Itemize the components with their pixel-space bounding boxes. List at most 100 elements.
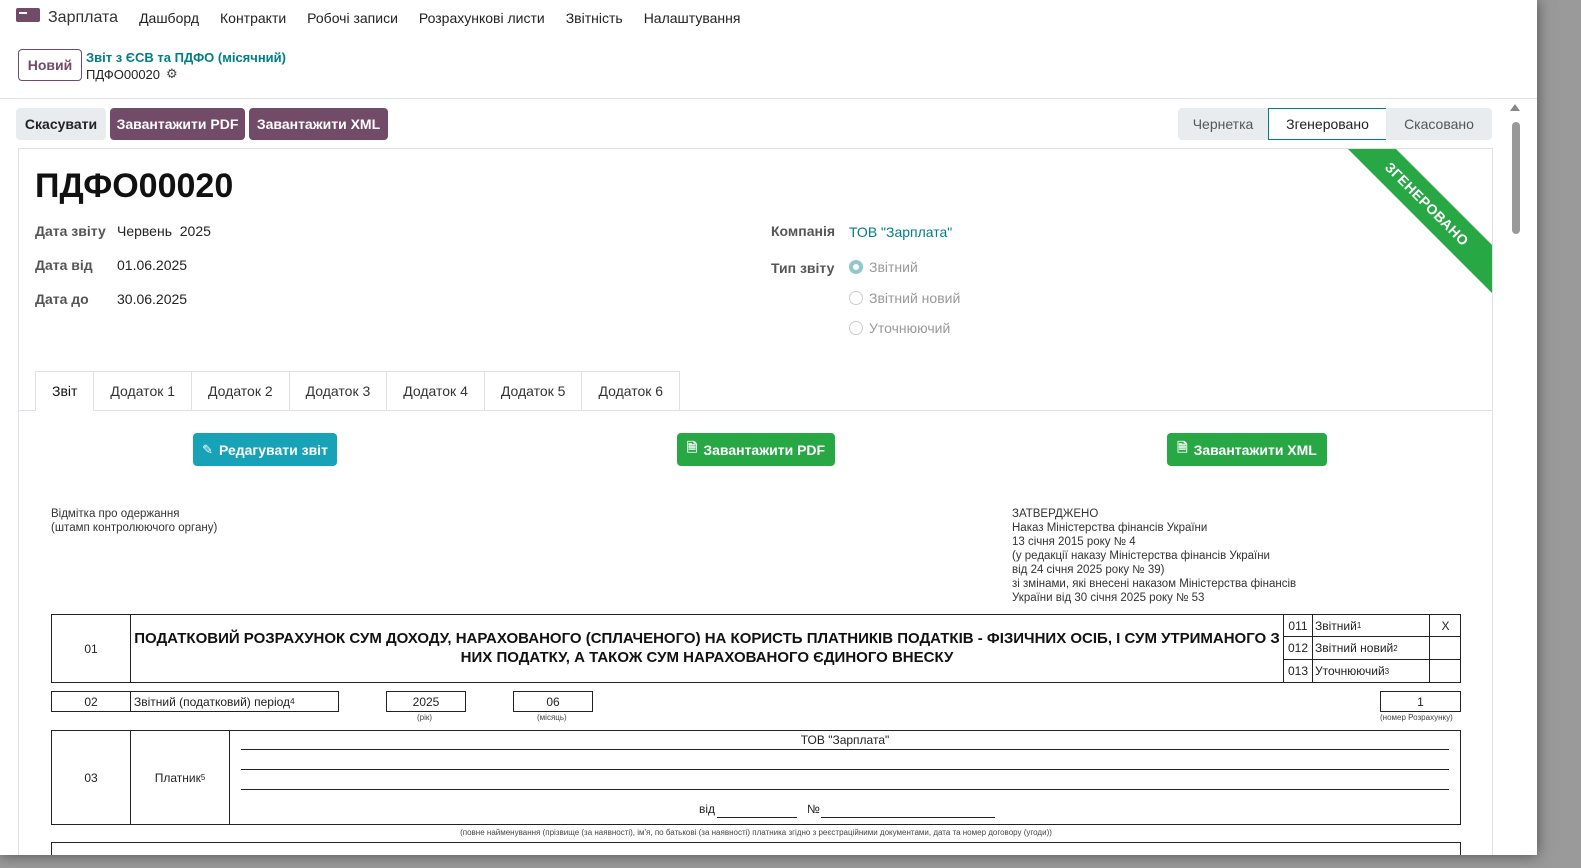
file-icon: 🗎 [1177,439,1188,455]
approved-line: України від 30 січня 2025 року № 53 [1012,592,1205,604]
document-title: ПОДАТКОВИЙ РОЗРАХУНОК СУМ ДОХОДУ, НАРАХО… [134,630,1280,666]
tab-download-pdf-label: Завантажити PDF [703,441,826,458]
breadcrumb-current-label: ПДФО00020 [86,66,161,82]
new-button[interactable]: Новий [18,49,82,81]
kind-sup: 3 [1384,666,1390,676]
date-from-label: Дата від [35,257,93,273]
nav-item-contracts[interactable]: Контракти [220,10,286,26]
year-box: 2025 [386,691,466,712]
date-to-value[interactable]: 30.06.2025 [117,291,187,307]
cancel-button[interactable]: Скасувати [16,108,106,140]
kind-label-text: Звітний новий [1315,641,1394,655]
kind-label-text: Уточнюючий [1315,664,1385,678]
divider [821,817,995,818]
download-pdf-button[interactable]: Завантажити PDF [110,108,245,140]
status-draft[interactable]: Чернетка [1178,108,1268,140]
download-xml-button[interactable]: Завантажити XML [249,108,388,140]
tab-appendix-2[interactable]: Додаток 2 [192,371,290,410]
kind-label: Звітний новий 2 [1315,637,1429,659]
code-02: 02 [84,694,98,709]
report-date-value[interactable]: Червень 2025 [117,223,211,239]
payer-name: ТОВ "Зарплата" [800,733,890,747]
status-generated[interactable]: Згенеровано [1268,108,1386,140]
approved-note: ЗАТВЕРДЖЕНО Наказ Міністерства фінансів … [1012,507,1296,605]
divider [229,730,230,825]
radio-dot[interactable] [849,291,863,305]
kind-label-text: Звітний [1315,618,1357,633]
nav-item-work-entries[interactable]: Робочі записи [307,10,398,26]
app-title[interactable]: Зарплата [48,9,118,27]
kind-mark [1430,660,1461,682]
year-caption: (рік) [417,713,433,722]
calc-number-caption: (номер Розрахунку) [1380,713,1453,722]
period-label-text: Звітний (податковий) період [134,694,291,709]
kind-mark [1430,637,1461,659]
tab-report[interactable]: Звіт [35,371,95,411]
divider [130,614,131,683]
payer-sup: 5 [200,773,206,782]
approved-line: від 24 січня 2025 року № 39) [1012,564,1165,576]
radio-type-clarifying[interactable]: Уточнюючий [849,320,950,336]
payer-label-text: Платник [154,770,201,785]
report-type-label: Тип звіту [771,260,835,276]
notebook-tabs: Звіт Додаток 1 Додаток 2 Додаток 3 Додат… [35,371,681,411]
code-03: 03 [84,770,98,785]
radio-dot[interactable] [849,321,863,335]
nav-item-dashboard[interactable]: Дашборд [139,10,199,26]
radio-label: Звітний новий [869,290,961,306]
approved-line: Наказ Міністерства фінансів України [1012,522,1208,534]
tab-appendix-1[interactable]: Додаток 1 [94,371,193,410]
status-ribbon: ЗГЕНЕРОВАНО [1333,149,1492,298]
edit-report-button[interactable]: ✎ Редагувати звіт [193,433,337,466]
nav-item-reporting[interactable]: Звітність [566,10,623,26]
tab-download-pdf-button[interactable]: 🗎 Завантажити PDF [677,433,835,466]
next-block [51,842,1461,855]
tab-appendix-4[interactable]: Додаток 4 [387,371,485,410]
top-navbar: Зарплата Дашборд Контракти Робочі записи… [0,0,1537,36]
radio-dot-checked[interactable] [849,260,863,274]
pencil-icon: ✎ [202,441,213,457]
edit-report-label: Редагувати звіт [218,441,328,458]
kind-code: 013 [1287,664,1309,678]
nav-item-settings[interactable]: Налаштування [644,10,741,26]
calc-number-box: 1 [1380,691,1461,712]
record-title: ПДФО00020 [35,167,234,205]
divider [241,769,1449,770]
date-from-value[interactable]: 01.06.2025 [117,257,187,273]
breadcrumb-current: ПДФО00020 ⚙ [86,66,178,82]
app-window: Зарплата Дашборд Контракти Робочі записи… [0,0,1537,855]
tab-download-xml-button[interactable]: 🗎 Завантажити XML [1167,433,1327,466]
divider [130,691,131,712]
tab-appendix-5[interactable]: Додаток 5 [484,371,583,410]
scroll-up-icon[interactable] [1510,104,1520,111]
radio-label: Уточнюючий [869,320,951,336]
code-01: 01 [84,641,98,656]
stamp-note: Відмітка про одержання (штамп контролююч… [51,507,217,535]
approved-line: зі змінами, які внесені наказом Міністер… [1012,578,1297,590]
tab-appendix-3[interactable]: Додаток 3 [289,371,388,410]
month-caption: (місяць) [537,713,567,722]
tabs-divider [19,410,1492,411]
scrollbar-thumb[interactable] [1512,122,1520,234]
breadcrumb-parent[interactable]: Звіт з ЄСВ та ПДФО (місячний) [86,50,286,65]
kind-label: Звітний 1 [1315,615,1429,636]
radio-type-reporting[interactable]: Звітний [849,259,918,275]
gear-icon[interactable]: ⚙ [166,66,178,82]
nav-item-payslips[interactable]: Розрахункові листи [419,10,545,26]
company-link[interactable]: ТОВ "Зарплата" [849,224,952,240]
kind-sup: 2 [1393,643,1398,653]
divider [1312,614,1313,683]
radio-type-new[interactable]: Звітний новий [849,290,960,306]
divider [717,817,797,818]
stamp-line-1: Відмітка про одержання [51,508,180,520]
kind-code: 012 [1287,641,1309,655]
divider [0,98,1537,99]
kind-label: Уточнюючий 3 [1315,660,1429,682]
status-bar: Чернетка Згенеровано Скасовано [1178,108,1492,140]
report-date-label: Дата звіту [35,223,106,239]
kind-code: 011 [1288,618,1308,633]
tab-appendix-6[interactable]: Додаток 6 [582,371,681,410]
period-label: Звітний (податковий) період 4 [134,692,339,711]
app-menu-icon[interactable] [16,8,40,22]
status-cancelled[interactable]: Скасовано [1386,108,1492,140]
